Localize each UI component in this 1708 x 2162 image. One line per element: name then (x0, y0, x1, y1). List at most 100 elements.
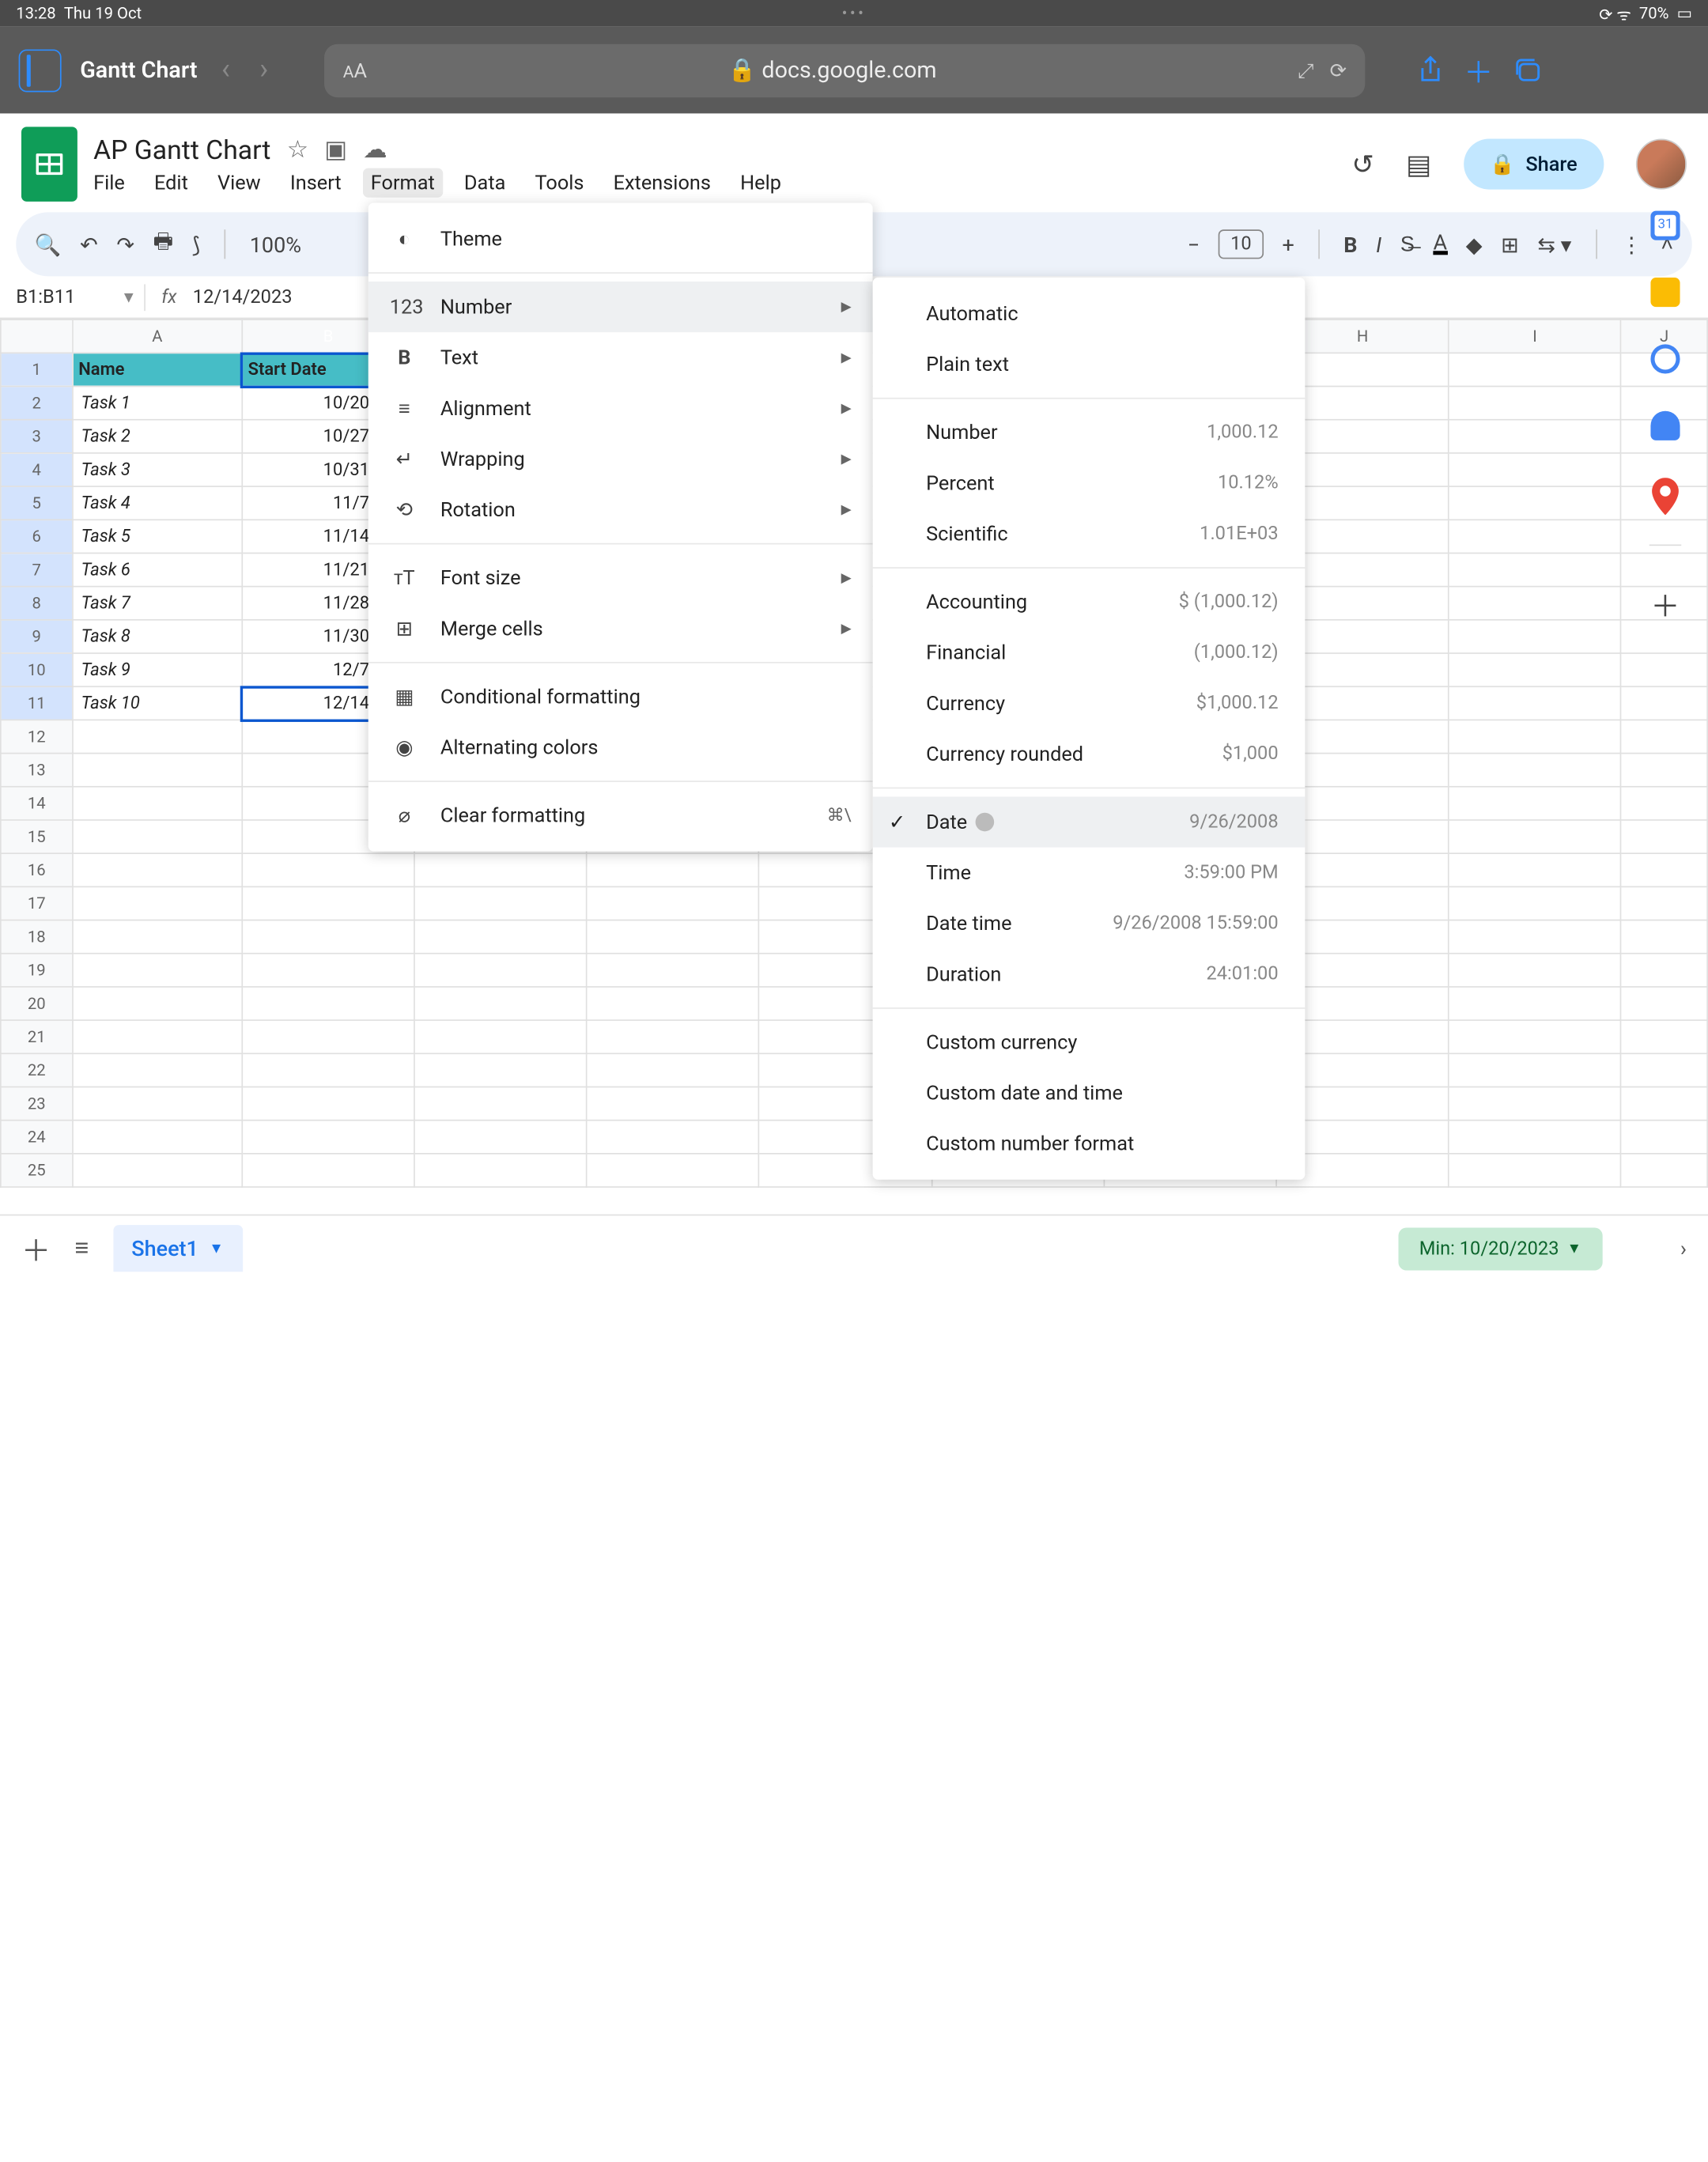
print-icon[interactable]: 🖶 (153, 226, 173, 263)
new-tab-icon[interactable]: ＋ (1464, 49, 1493, 92)
cell[interactable] (242, 920, 414, 954)
row-header[interactable]: 6 (1, 520, 73, 553)
cell[interactable] (1621, 754, 1707, 787)
add-addon-icon[interactable]: ＋ (1650, 583, 1680, 626)
menu-help[interactable]: Help (740, 171, 781, 195)
cell[interactable] (587, 987, 759, 1020)
format-menu-item[interactable]: 123 Number ▶ (368, 282, 873, 332)
number-format-item[interactable]: Automatic (873, 289, 1306, 339)
keep-addon-icon[interactable] (1650, 278, 1680, 307)
cell[interactable] (1449, 353, 1621, 386)
number-format-item[interactable]: Scientific 1.01E+03 (873, 508, 1306, 559)
row-header[interactable]: 14 (1, 787, 73, 820)
cell[interactable] (414, 987, 587, 1020)
cell[interactable] (1621, 853, 1707, 886)
cell[interactable]: Task 2 (73, 420, 242, 453)
format-menu-item[interactable]: ◉ Alternating colors (368, 722, 873, 773)
format-menu-item[interactable]: ᴛT Font size ▶ (368, 553, 873, 603)
number-format-item[interactable]: Accounting $ (1,000.12) (873, 576, 1306, 627)
number-format-item[interactable]: Currency $1,000.12 (873, 678, 1306, 728)
cell[interactable]: Task 9 (73, 653, 242, 686)
cell[interactable] (73, 820, 242, 853)
format-menu-item[interactable]: ≡ Alignment ▶ (368, 383, 873, 433)
row-header[interactable]: 3 (1, 420, 73, 453)
tabs-icon[interactable] (1512, 55, 1544, 85)
cell[interactable] (1621, 1087, 1707, 1120)
share-icon[interactable] (1416, 54, 1445, 86)
explore-stat[interactable]: Min: 10/20/2023▼ (1398, 1227, 1603, 1270)
cell[interactable]: Task 8 (73, 620, 242, 653)
back-icon[interactable]: ‹ (216, 54, 236, 87)
star-icon[interactable]: ☆ (287, 135, 308, 163)
cell[interactable] (242, 1154, 414, 1187)
cell[interactable]: Task 4 (73, 486, 242, 520)
cell[interactable]: Name (73, 353, 242, 386)
cell[interactable]: Task 6 (73, 553, 242, 586)
cell[interactable] (587, 1121, 759, 1154)
cell[interactable] (242, 954, 414, 987)
cell[interactable] (414, 920, 587, 954)
cell[interactable] (1621, 1154, 1707, 1187)
cell[interactable] (1449, 820, 1621, 853)
search-icon[interactable]: 🔍 (35, 232, 62, 257)
menu-file[interactable]: File (93, 171, 125, 195)
row-header[interactable]: 23 (1, 1087, 73, 1120)
number-submenu[interactable]: Automatic Plain text Number 1,000.12 Per… (873, 278, 1306, 1180)
number-format-item[interactable]: Plain text (873, 339, 1306, 390)
cell[interactable] (242, 1087, 414, 1120)
cell[interactable]: Task 5 (73, 520, 242, 553)
row-header[interactable]: 15 (1, 820, 73, 853)
row-header[interactable]: 2 (1, 387, 73, 420)
format-menu-item[interactable]: ↵ Wrapping ▶ (368, 433, 873, 484)
cell[interactable] (587, 1020, 759, 1053)
row-header[interactable]: 19 (1, 954, 73, 987)
row-header[interactable]: 22 (1, 1053, 73, 1087)
format-menu-item[interactable]: ⟲ Rotation ▶ (368, 485, 873, 535)
row-header[interactable]: 8 (1, 587, 73, 620)
history-icon[interactable]: ↺ (1351, 148, 1374, 180)
cell[interactable] (1449, 486, 1621, 520)
cell[interactable] (73, 1121, 242, 1154)
cell[interactable] (1449, 987, 1621, 1020)
cell[interactable] (73, 853, 242, 886)
contacts-addon-icon[interactable] (1650, 411, 1680, 440)
cell[interactable] (1621, 686, 1707, 720)
row-header[interactable]: 25 (1, 1154, 73, 1187)
menu-view[interactable]: View (217, 171, 261, 195)
col-header[interactable]: A (73, 319, 242, 353)
account-avatar[interactable] (1636, 139, 1687, 190)
cell[interactable] (73, 987, 242, 1020)
cell[interactable] (1621, 1053, 1707, 1087)
menu-extensions[interactable]: Extensions (614, 171, 711, 195)
cell[interactable] (1449, 886, 1621, 920)
borders-icon[interactable]: ⊞ (1501, 232, 1519, 257)
format-menu[interactable]: ◐ Theme 123 Number ▶ B Text ▶ ≡ Alignmen… (368, 203, 873, 852)
cell[interactable] (1449, 920, 1621, 954)
cell[interactable] (587, 954, 759, 987)
cell[interactable] (1449, 587, 1621, 620)
cell[interactable] (1449, 686, 1621, 720)
row-header[interactable]: 16 (1, 853, 73, 886)
cell[interactable] (242, 987, 414, 1020)
strikethrough-icon[interactable]: S̶ (1400, 231, 1415, 258)
cell[interactable] (1449, 1087, 1621, 1120)
cell[interactable] (1449, 754, 1621, 787)
cell[interactable] (414, 1020, 587, 1053)
menu-insert[interactable]: Insert (290, 171, 342, 195)
cell[interactable] (414, 954, 587, 987)
name-box[interactable]: B1:B11▾ (16, 286, 144, 308)
cell[interactable] (414, 1121, 587, 1154)
tab-title[interactable]: Gantt Chart (80, 57, 197, 84)
cell[interactable] (242, 1121, 414, 1154)
row-header[interactable]: 21 (1, 1020, 73, 1053)
col-header[interactable]: I (1449, 319, 1621, 353)
cell[interactable] (1621, 987, 1707, 1020)
cell[interactable] (1449, 787, 1621, 820)
cell[interactable] (1621, 720, 1707, 753)
format-menu-item[interactable]: ⊞ Merge cells ▶ (368, 603, 873, 654)
cell[interactable] (1621, 920, 1707, 954)
number-format-item[interactable]: Currency rounded $1,000 (873, 728, 1306, 779)
sidebar-toggle-icon[interactable] (19, 49, 62, 92)
cell[interactable] (1449, 653, 1621, 686)
text-color-icon[interactable]: A (1434, 234, 1448, 254)
